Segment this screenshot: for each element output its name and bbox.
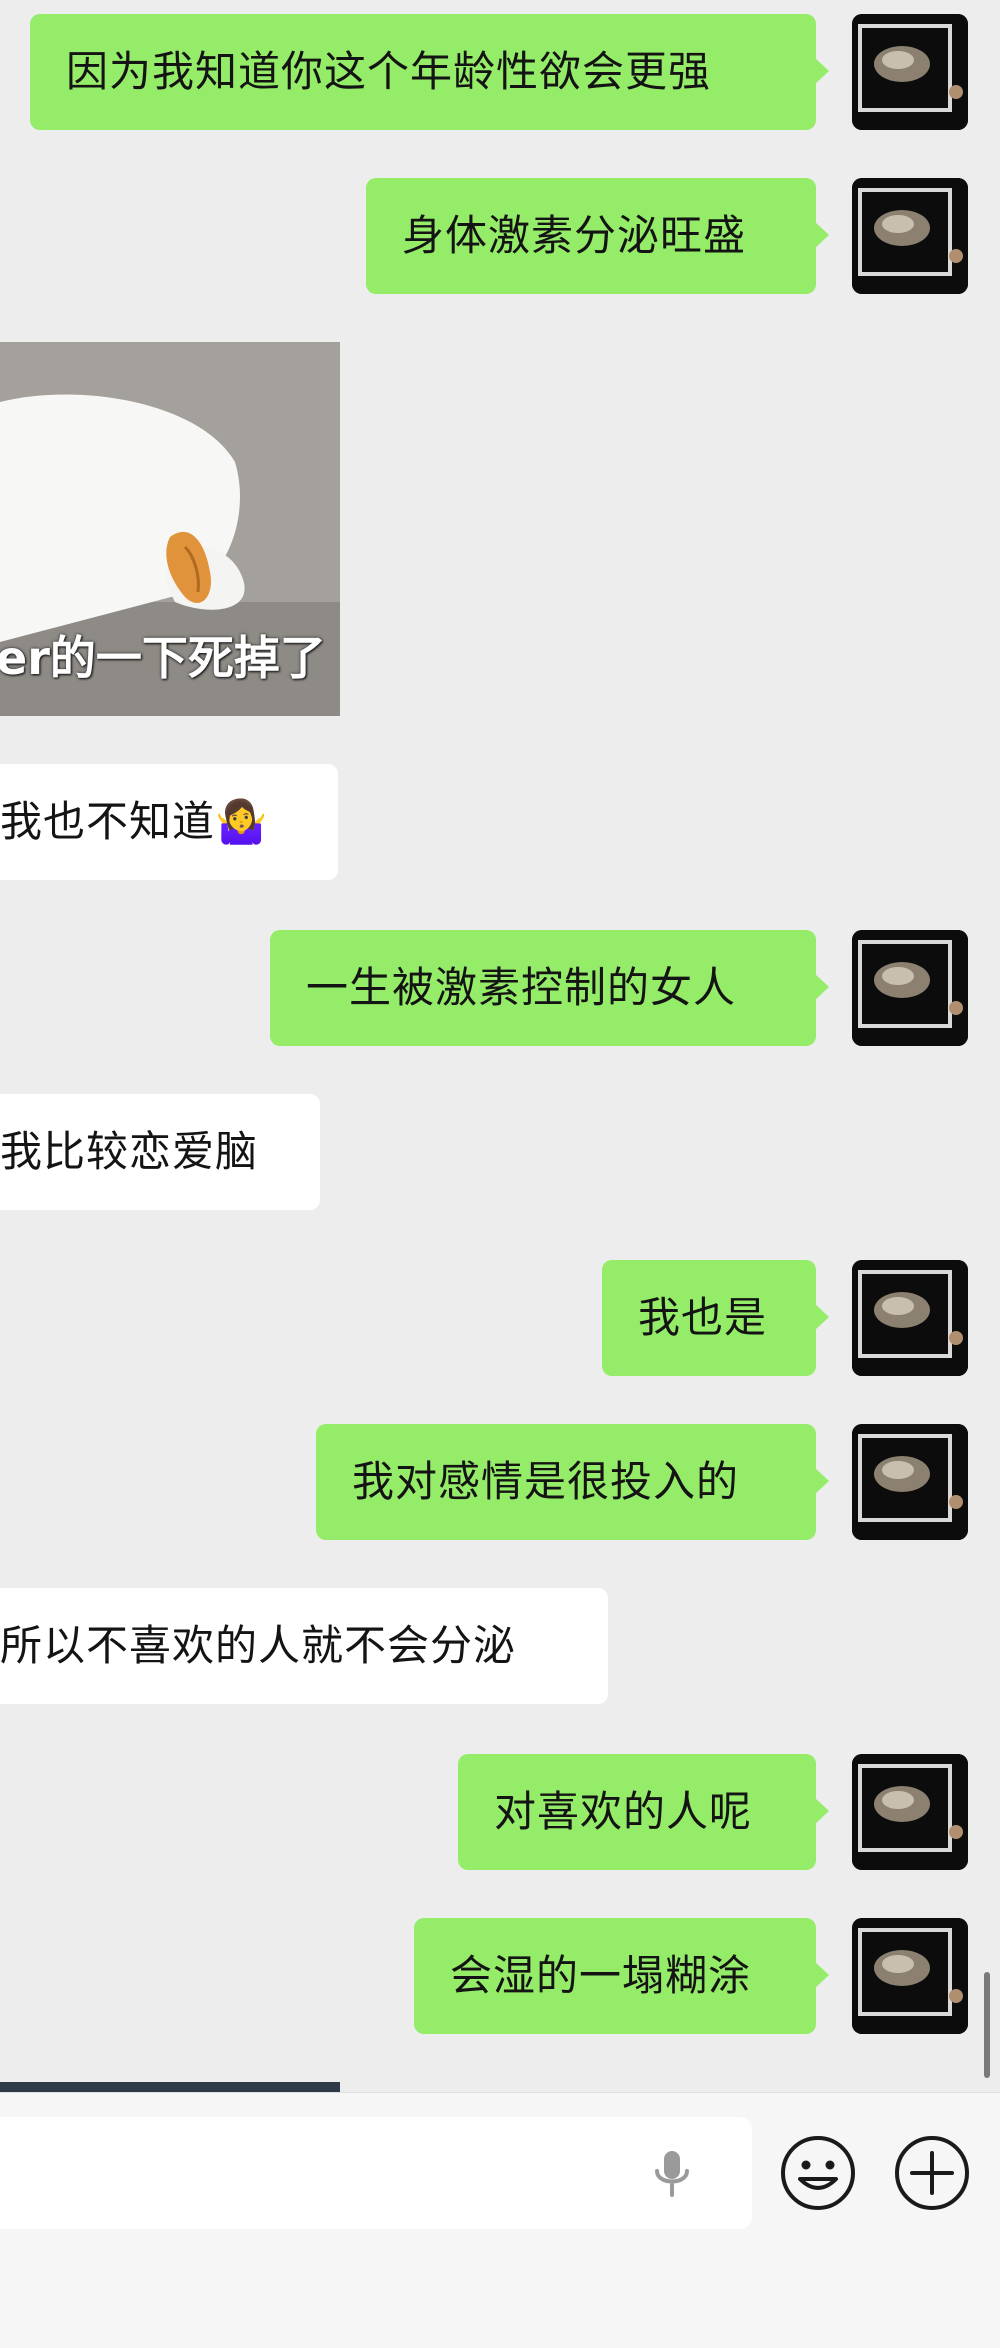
- their-message-bubble[interactable]: 所以不喜欢的人就不会分泌: [0, 1588, 608, 1704]
- avatar-artwork-icon: [852, 14, 968, 130]
- avatar-artwork-icon: [852, 1754, 968, 1870]
- partial-image-message[interactable]: [0, 2082, 340, 2092]
- avatar-artwork-icon: [852, 930, 968, 1046]
- smiley-face-icon[interactable]: [778, 2133, 858, 2213]
- my-message-bubble[interactable]: 我对感情是很投入的: [316, 1424, 829, 1540]
- sticker-caption: er的一下死掉了: [0, 631, 326, 685]
- my-message-bubble[interactable]: 因为我知道你这个年龄性欲会更强: [30, 14, 829, 130]
- my-avatar[interactable]: [852, 178, 968, 294]
- avatar-artwork-icon: [852, 1424, 968, 1540]
- their-message-bubble[interactable]: 我也不知道🤷‍♀️: [0, 764, 338, 880]
- my-message-bubble[interactable]: 对喜欢的人呢: [458, 1754, 829, 1870]
- their-message-bubble[interactable]: 我比较恋爱脑: [0, 1094, 320, 1210]
- avatar-artwork-icon: [852, 1918, 968, 2034]
- avatar-artwork-icon: [852, 178, 968, 294]
- microphone-icon[interactable]: [644, 2145, 700, 2201]
- my-avatar[interactable]: [852, 1754, 968, 1870]
- my-avatar[interactable]: [852, 1918, 968, 2034]
- my-avatar[interactable]: [852, 1260, 968, 1376]
- sticker-image[interactable]: er的一下死掉了: [0, 342, 340, 716]
- my-message-bubble[interactable]: 一生被激素控制的女人: [270, 930, 829, 1046]
- message-list[interactable]: 因为我知道你这个年龄性欲会更强 身体激素分泌旺盛 er的一下死掉了 我也不知道🤷…: [0, 0, 1000, 2092]
- my-avatar[interactable]: [852, 14, 968, 130]
- scrollbar[interactable]: [984, 1972, 990, 2078]
- message-input[interactable]: [10, 2117, 634, 2231]
- my-message-bubble[interactable]: 会湿的一塌糊涂: [414, 1918, 829, 2034]
- my-message-bubble[interactable]: 身体激素分泌旺盛: [366, 178, 829, 294]
- input-bar: [0, 2092, 1000, 2348]
- avatar-artwork-icon: [852, 1260, 968, 1376]
- message-input-box[interactable]: [0, 2117, 752, 2231]
- chat-screen: 因为我知道你这个年龄性欲会更强 身体激素分泌旺盛 er的一下死掉了 我也不知道🤷…: [0, 0, 1000, 2348]
- my-message-bubble[interactable]: 我也是: [602, 1260, 829, 1376]
- plus-circle-icon[interactable]: [892, 2133, 972, 2213]
- my-avatar[interactable]: [852, 1424, 968, 1540]
- my-avatar[interactable]: [852, 930, 968, 1046]
